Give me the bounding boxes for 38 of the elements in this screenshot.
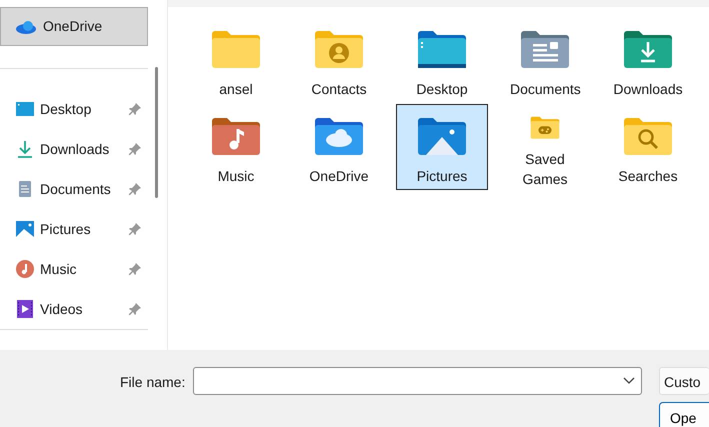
- contacts-folder-icon: [313, 28, 365, 70]
- sidebar-item[interactable]: Documents: [0, 169, 148, 209]
- sidebar-item[interactable]: Downloads: [0, 129, 148, 169]
- cloud-icon: [15, 20, 37, 34]
- folder-item[interactable]: Searches: [602, 104, 694, 190]
- field-label: File name:: [120, 373, 186, 392]
- folder-item[interactable]: Contacts: [293, 17, 385, 103]
- folder-item[interactable]: Pictures: [396, 104, 488, 190]
- folder-item[interactable]: ansel: [190, 17, 282, 103]
- file-name-field[interactable]: [193, 367, 642, 395]
- music-icon: [15, 259, 35, 279]
- folder-item[interactable]: Music: [190, 104, 282, 190]
- folder-item[interactable]: OneDrive: [293, 104, 385, 190]
- sidebar-item[interactable]: Desktop: [0, 89, 148, 129]
- folder-icon: [210, 28, 262, 70]
- file-type-dropdown[interactable]: Custo: [659, 367, 709, 395]
- picture-icon: [15, 219, 35, 239]
- sidebar-item[interactable]: Videos: [0, 289, 148, 329]
- chevron-down-icon: [623, 377, 635, 385]
- scrollbar-thumb[interactable]: [155, 67, 158, 198]
- video-icon: [15, 299, 35, 319]
- folder-item[interactable]: Saved Games: [499, 104, 591, 190]
- desktop-icon: [15, 99, 35, 119]
- sidebar-item[interactable]: OneDrive: [0, 7, 148, 46]
- sidebar-item[interactable]: Music: [0, 249, 148, 289]
- desktop-folder-icon: [416, 28, 468, 70]
- folder-item[interactable]: Downloads: [602, 17, 694, 103]
- folder-item[interactable]: Desktop: [396, 17, 488, 103]
- music-folder-icon: [210, 115, 262, 157]
- folder-item[interactable]: Documents: [499, 17, 591, 103]
- sidebar-item[interactable]: Pictures: [0, 209, 148, 249]
- download-icon: [15, 139, 35, 159]
- open-button[interactable]: Ope: [659, 402, 709, 427]
- search-folder-icon: [622, 115, 674, 157]
- cloud-folder-icon: [313, 115, 365, 157]
- downloads-folder-icon: [622, 28, 674, 70]
- documents-folder-icon: [519, 28, 571, 70]
- pictures-folder-icon: [416, 115, 468, 157]
